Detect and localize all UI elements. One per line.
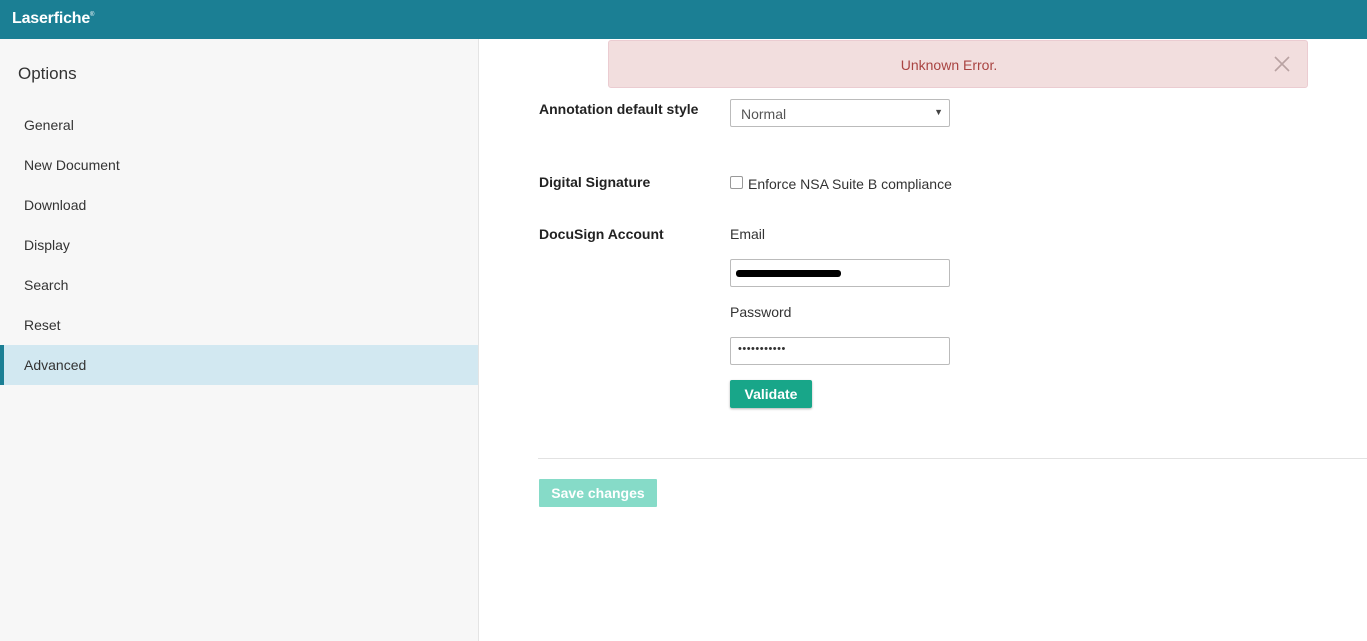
sidebar-item-reset[interactable]: Reset [0, 305, 478, 345]
close-icon[interactable] [1271, 53, 1293, 75]
sidebar-item-advanced[interactable]: Advanced [0, 345, 478, 385]
password-mask: ••••••••••• [738, 343, 786, 355]
docusign-account-label: DocuSign Account [539, 226, 664, 242]
top-bar: Laserfiche® [0, 0, 1367, 39]
password-label: Password [730, 304, 792, 320]
sidebar-item-general[interactable]: General [0, 105, 478, 145]
options-sidebar: Options General New Document Download Di… [0, 39, 479, 641]
sidebar-item-display[interactable]: Display [0, 225, 478, 265]
nsa-suite-b-checkbox[interactable] [730, 176, 743, 189]
alert-message: Unknown Error. [900, 57, 998, 73]
logo-text: Laserfiche [12, 10, 91, 27]
error-alert: Unknown Error. [608, 40, 1308, 88]
sidebar-item-search[interactable]: Search [0, 265, 478, 305]
annotation-style-value: Normal [741, 106, 787, 122]
registered-mark: ® [90, 12, 95, 18]
digital-signature-label: Digital Signature [539, 174, 651, 190]
options-nav: General New Document Download Display Se… [0, 105, 478, 385]
annotation-style-label: Annotation default style [539, 101, 699, 117]
dropdown-caret-icon: ▼ [934, 107, 943, 117]
redacted-email [736, 270, 841, 277]
annotation-style-select[interactable]: Normal ▼ [730, 99, 950, 127]
sidebar-item-download[interactable]: Download [0, 185, 478, 225]
sidebar-title: Options [18, 64, 77, 83]
nsa-suite-b-label[interactable]: Enforce NSA Suite B compliance [748, 176, 952, 192]
save-changes-button[interactable]: Save changes [539, 479, 657, 507]
password-field[interactable]: ••••••••••• [730, 337, 950, 365]
advanced-options-panel: Unknown Error. Annotation default style … [480, 39, 1367, 641]
email-label: Email [730, 226, 766, 242]
sidebar-item-new-document[interactable]: New Document [0, 145, 478, 185]
email-field[interactable] [730, 259, 950, 287]
laserfiche-logo[interactable]: Laserfiche® [12, 10, 94, 28]
section-divider [538, 458, 1367, 459]
validate-button[interactable]: Validate [730, 380, 812, 408]
